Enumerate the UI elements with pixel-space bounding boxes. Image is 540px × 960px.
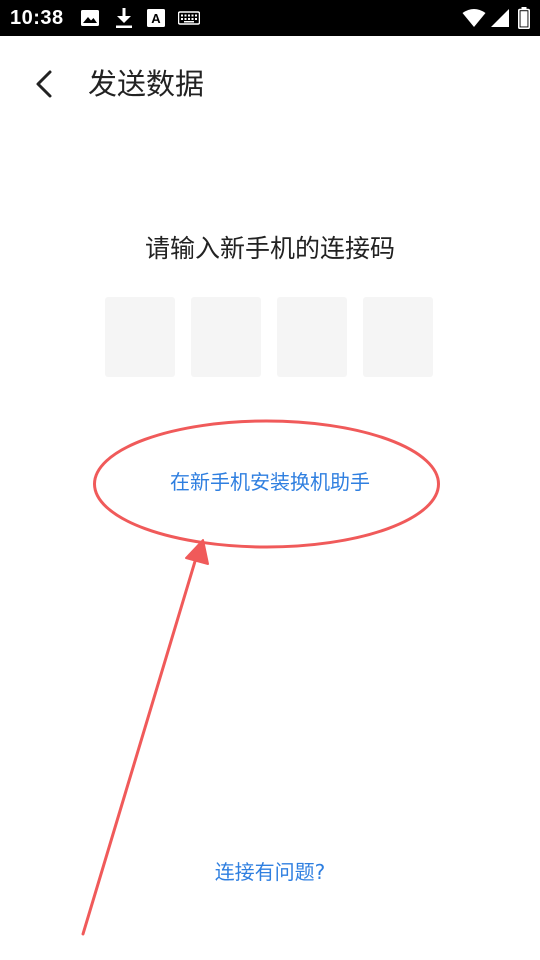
code-box-1[interactable] [105,297,175,377]
image-icon [80,0,100,36]
a-letter-icon: A [147,0,165,36]
chevron-left-icon [36,70,52,98]
back-button[interactable] [22,62,66,106]
install-helper-link[interactable]: 在新手机安装换机助手 [0,466,540,498]
a-letter-icon-text: A [151,11,161,26]
page-title: 发送数据 [88,67,205,101]
connection-code-prompt: 请输入新手机的连接码 [144,234,395,263]
battery-icon [518,0,530,36]
code-box-3[interactable] [277,297,347,377]
code-box-4[interactable] [363,297,433,377]
status-time: 10:38 [10,7,64,29]
keyboard-icon [178,0,200,36]
signal-icon [490,0,510,36]
wifi-icon [462,0,486,36]
code-box-2[interactable] [191,297,261,377]
connection-problem-link[interactable]: 连接有问题? [0,856,540,888]
status-bar: 10:38 A [0,0,540,36]
download-icon [114,0,134,36]
connection-code-input [105,297,435,377]
